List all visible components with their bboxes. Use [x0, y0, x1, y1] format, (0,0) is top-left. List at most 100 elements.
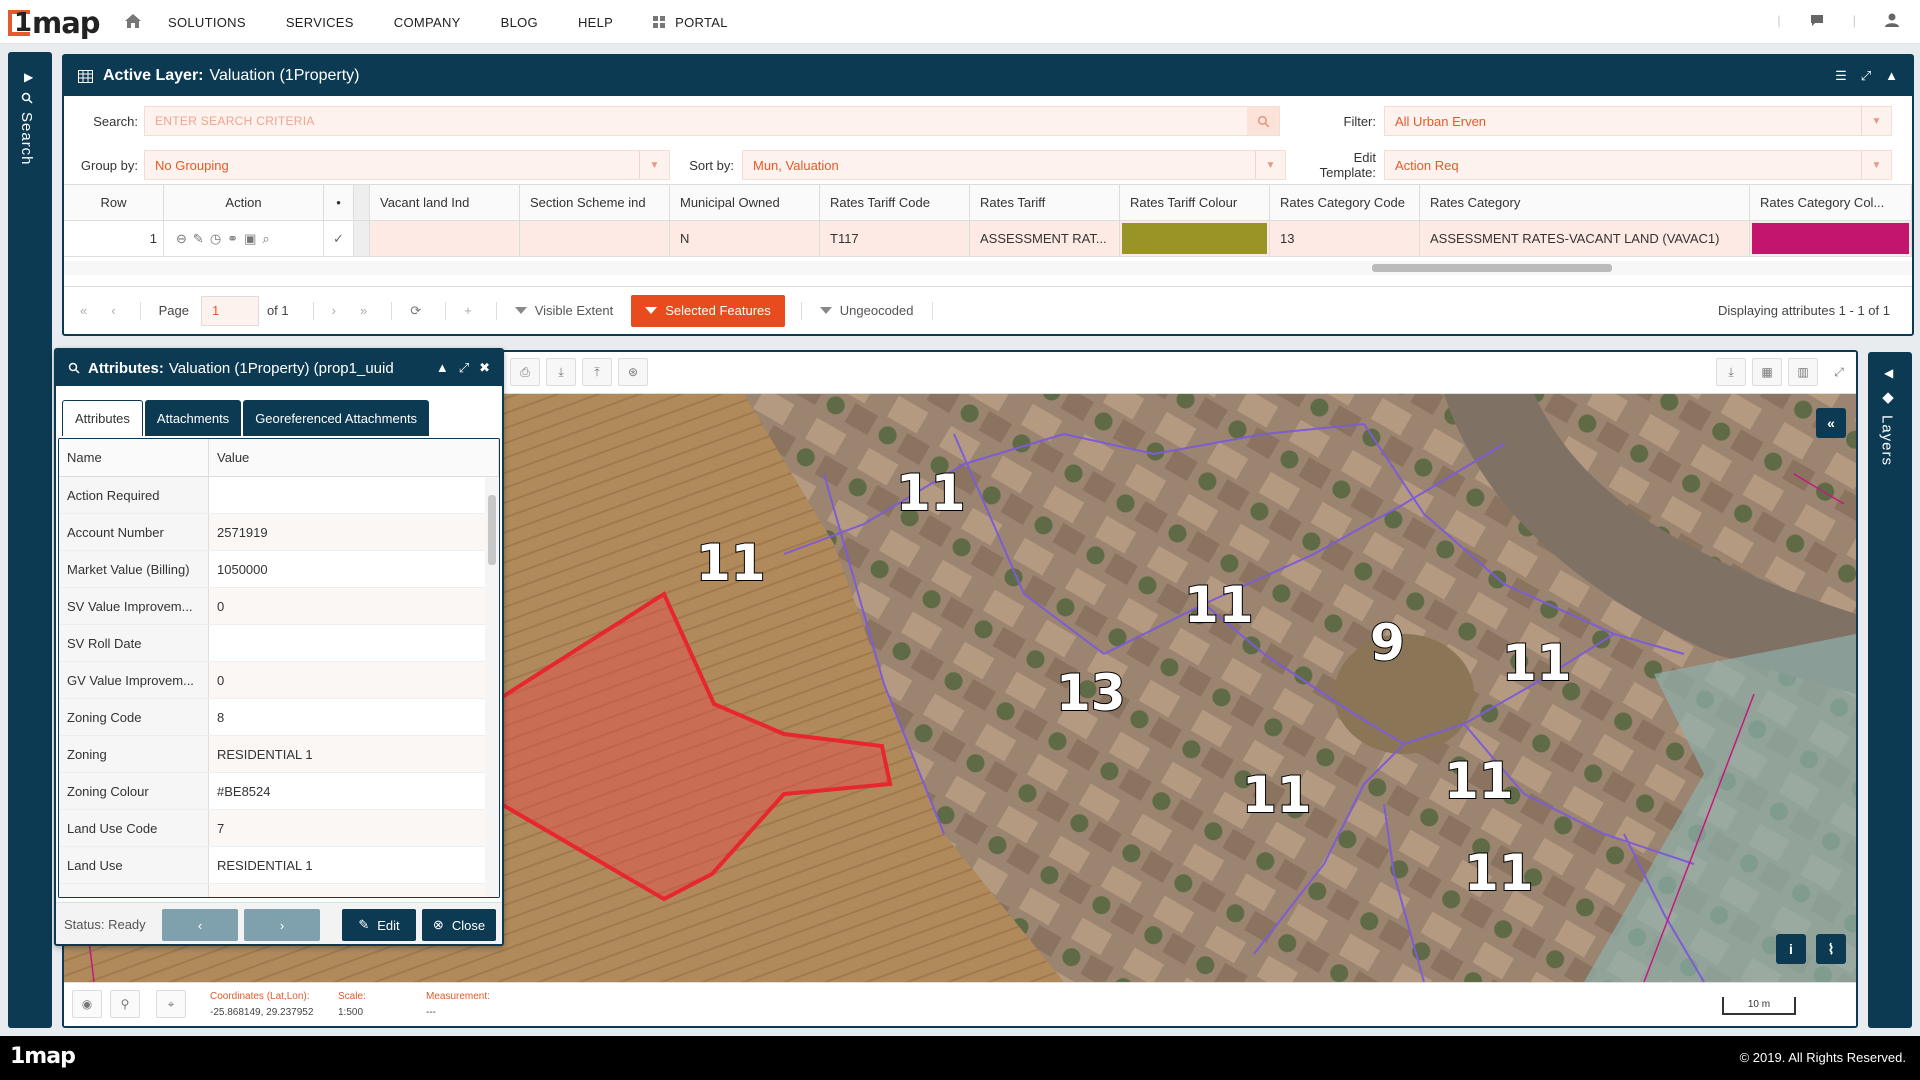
- pin-button[interactable]: ⚲: [110, 990, 140, 1018]
- col-rates-category[interactable]: Rates Category: [1420, 185, 1750, 220]
- footer-logo[interactable]: 1map: [10, 1044, 76, 1069]
- col-rates-tariff-code[interactable]: Rates Tariff Code: [820, 185, 970, 220]
- nav-services[interactable]: SERVICES: [286, 15, 354, 30]
- attribute-row[interactable]: SV Roll Date: [59, 625, 499, 662]
- group-by-select[interactable]: No Grouping ▼: [144, 150, 670, 180]
- export-button[interactable]: ⤓: [1716, 358, 1746, 386]
- collapse-up-icon[interactable]: ▲: [436, 360, 449, 376]
- first-page-icon[interactable]: «: [80, 303, 87, 318]
- nav-solutions[interactable]: SOLUTIONS: [168, 15, 246, 30]
- col-rates-tariff[interactable]: Rates Tariff: [970, 185, 1120, 220]
- table-row[interactable]: 1 ⊖ ✎ ◷ ⚭ ▣ ⌕ ✓ N T117 ASSESSMENT RAT...…: [64, 221, 1912, 257]
- col-rates-category-code[interactable]: Rates Category Code: [1270, 185, 1420, 220]
- user-icon[interactable]: [1884, 12, 1900, 28]
- col-rates-tariff-colour[interactable]: Rates Tariff Colour: [1120, 185, 1270, 220]
- attribute-row[interactable]: SV Value Improvem... 0: [59, 588, 499, 625]
- next-record-button[interactable]: ›: [244, 909, 320, 941]
- paperclip-icon: ⌇: [1827, 940, 1835, 957]
- minus-circle-icon[interactable]: ⊖: [176, 231, 187, 247]
- col-action[interactable]: Action: [164, 185, 324, 220]
- attribute-row[interactable]: GV Value Improvem... 0: [59, 662, 499, 699]
- scale-value: 1:500: [338, 1007, 364, 1018]
- clock-icon[interactable]: ◷: [210, 231, 221, 247]
- collapse-up-icon[interactable]: ▲: [1885, 68, 1898, 84]
- fullscreen-button[interactable]: ⤢: [1824, 358, 1854, 386]
- col-rates-category-colour[interactable]: Rates Category Col...: [1750, 185, 1912, 220]
- attribute-row[interactable]: Zoning RESIDENTIAL 1: [59, 736, 499, 773]
- filter-icon: [819, 307, 832, 314]
- crosshair-button[interactable]: ⌖: [156, 990, 186, 1018]
- page-input[interactable]: 1: [200, 295, 259, 326]
- zoom-icon[interactable]: ⌕: [262, 231, 269, 247]
- layout-button[interactable]: ▥: [1788, 358, 1818, 386]
- col-dot[interactable]: •: [324, 185, 354, 220]
- refresh-icon[interactable]: ⟳: [410, 303, 421, 319]
- screenshot-button[interactable]: ◉: [72, 990, 102, 1018]
- pencil-icon[interactable]: ✎: [193, 231, 204, 247]
- visible-extent-label: Visible Extent: [534, 303, 614, 318]
- expand-icon[interactable]: ⤢: [1861, 68, 1871, 84]
- attribute-row[interactable]: Zoning Colour #BE8524: [59, 773, 499, 810]
- nav-help[interactable]: HELP: [578, 15, 613, 30]
- attribute-row[interactable]: Account Number 2571919: [59, 514, 499, 551]
- vertical-scrollbar[interactable]: [485, 477, 499, 897]
- basemap-button[interactable]: ▦: [1752, 358, 1782, 386]
- image-icon[interactable]: ▣: [244, 231, 256, 247]
- edit-template-select[interactable]: Action Req ▼: [1384, 150, 1892, 180]
- last-page-icon[interactable]: »: [360, 303, 367, 318]
- col-value[interactable]: Value: [209, 439, 499, 476]
- filter-select[interactable]: All Urban Erven ▼: [1384, 106, 1892, 136]
- cell-select[interactable]: ✓: [324, 221, 354, 256]
- edit-button[interactable]: ✎ Edit: [342, 909, 416, 941]
- col-section-scheme[interactable]: Section Scheme ind: [520, 185, 670, 220]
- attribute-row[interactable]: Action Required: [59, 477, 499, 514]
- attribute-row[interactable]: Land Use Colour#17BAFC: [59, 884, 499, 897]
- info-button[interactable]: i: [1776, 934, 1806, 964]
- col-municipal-owned[interactable]: Municipal Owned: [670, 185, 820, 220]
- attribute-row[interactable]: Zoning Code 8: [59, 699, 499, 736]
- link-icon[interactable]: ⚭: [227, 231, 238, 247]
- sort-by-select[interactable]: Mun, Valuation ▼: [742, 150, 1286, 180]
- list-settings-icon[interactable]: ☰: [1835, 68, 1847, 84]
- col-vacant-land[interactable]: Vacant land Ind: [370, 185, 520, 220]
- nav-portal[interactable]: PORTAL: [653, 15, 728, 30]
- locate-button[interactable]: ⊛: [618, 358, 648, 386]
- attribute-row[interactable]: Land Use Code 7: [59, 810, 499, 847]
- scrollbar-thumb[interactable]: [1372, 264, 1612, 272]
- visible-extent-button[interactable]: Visible Extent: [514, 303, 614, 318]
- attach-button[interactable]: ⌇: [1816, 934, 1846, 964]
- search-input[interactable]: ENTER SEARCH CRITERIA: [144, 106, 1280, 136]
- check-circle-icon[interactable]: ✓: [333, 231, 344, 247]
- selected-features-button[interactable]: Selected Features: [631, 294, 785, 327]
- prev-page-icon[interactable]: ‹: [111, 303, 115, 318]
- tab-attachments[interactable]: Attachments: [144, 400, 242, 436]
- app-logo[interactable]: 1 map: [8, 6, 101, 40]
- col-name[interactable]: Name: [59, 439, 209, 476]
- chat-icon[interactable]: [1809, 12, 1825, 28]
- ungeocoded-button[interactable]: Ungeocoded: [819, 303, 914, 318]
- scrollbar-thumb[interactable]: [488, 495, 496, 565]
- attribute-row[interactable]: Market Value (Billing) 1050000: [59, 551, 499, 588]
- print-button[interactable]: ⎙: [510, 358, 540, 386]
- search-sidebar-toggle[interactable]: ▶ Search: [8, 52, 52, 1028]
- collapse-panel-button[interactable]: «: [1816, 408, 1846, 438]
- expand-icon[interactable]: ⤢: [459, 360, 469, 376]
- search-button[interactable]: [1247, 107, 1279, 135]
- grid-icon: [653, 16, 666, 28]
- download-button[interactable]: ⤓: [546, 358, 576, 386]
- attribute-row[interactable]: Land Use RESIDENTIAL 1: [59, 847, 499, 884]
- tab-attributes[interactable]: Attributes: [62, 400, 143, 436]
- home-icon[interactable]: [124, 12, 142, 30]
- horizontal-scrollbar[interactable]: [64, 261, 1912, 275]
- layers-sidebar-toggle[interactable]: ◀ ◆ Layers: [1868, 352, 1912, 1028]
- nav-blog[interactable]: BLOG: [501, 15, 538, 30]
- add-icon[interactable]: +: [464, 303, 472, 318]
- tab-georeferenced-attachments[interactable]: Georeferenced Attachments: [243, 400, 430, 436]
- close-button[interactable]: ⊗ Close: [422, 909, 496, 941]
- nav-company[interactable]: COMPANY: [394, 15, 461, 30]
- upload-button[interactable]: ⤒: [582, 358, 612, 386]
- next-page-icon[interactable]: ›: [332, 303, 336, 318]
- close-icon[interactable]: ✖: [479, 360, 490, 376]
- col-row[interactable]: Row: [64, 185, 164, 220]
- previous-record-button[interactable]: ‹: [162, 909, 238, 941]
